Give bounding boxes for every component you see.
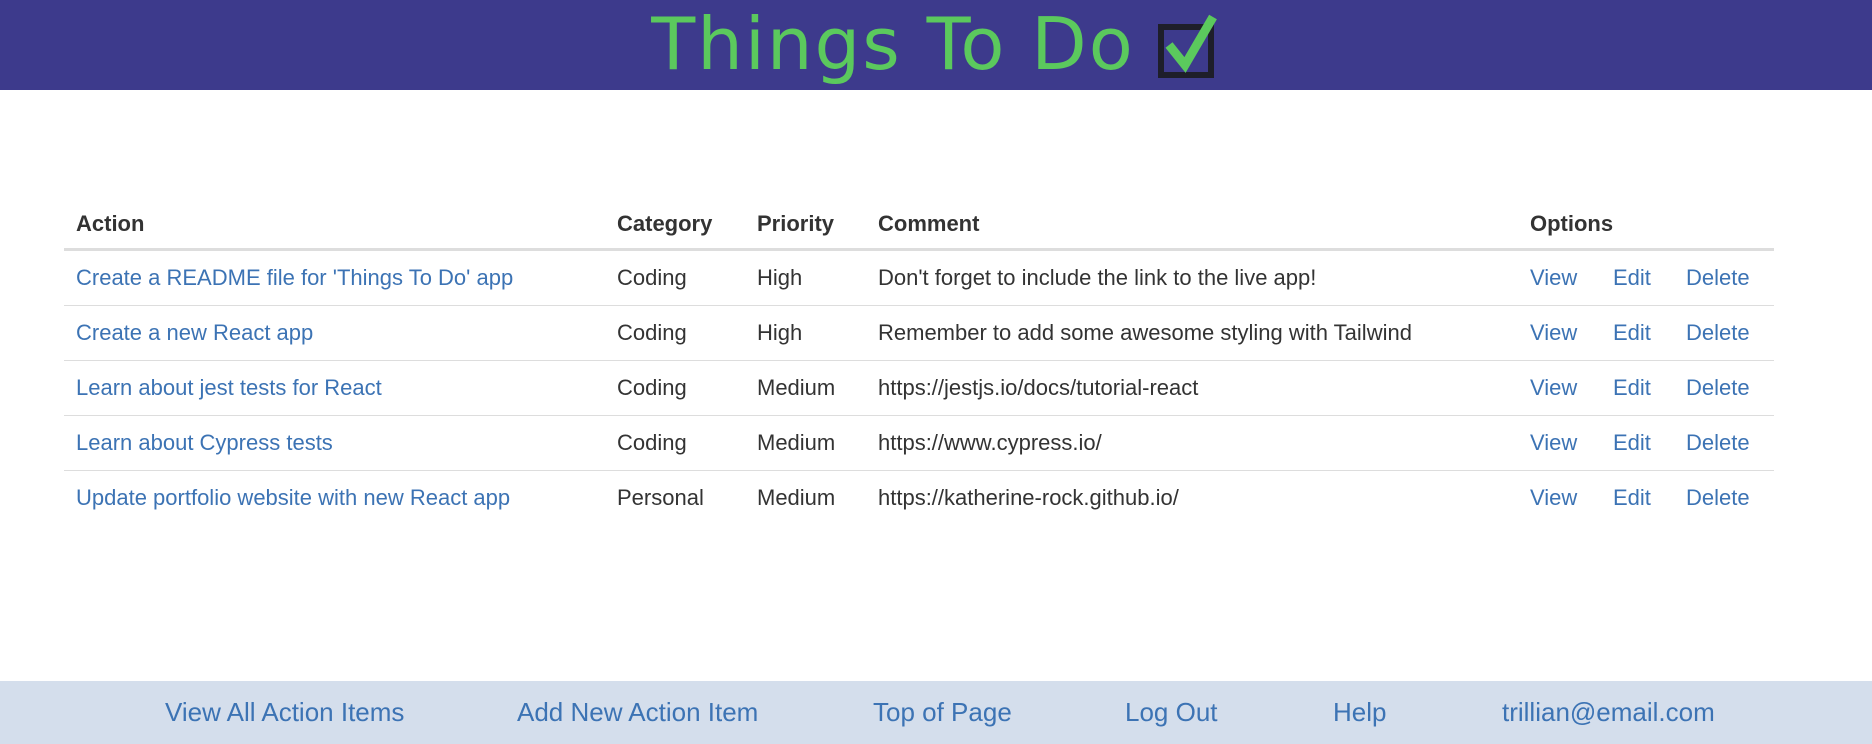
- action-link[interactable]: Learn about Cypress tests: [76, 430, 333, 455]
- table-row: Update portfolio website with new React …: [64, 471, 1774, 526]
- footer-link-view-all[interactable]: View All Action Items: [165, 681, 404, 744]
- options-cell: View Edit Delete: [1518, 415, 1774, 471]
- view-link[interactable]: View: [1530, 485, 1613, 511]
- table-row: Create a new React app Coding High Remem…: [64, 305, 1774, 361]
- edit-link[interactable]: Edit: [1613, 430, 1686, 456]
- category-cell: Coding: [605, 415, 745, 471]
- edit-link[interactable]: Edit: [1613, 375, 1686, 401]
- table-row: Learn about jest tests for React Coding …: [64, 360, 1774, 416]
- footer-link-log-out[interactable]: Log Out: [1125, 681, 1218, 744]
- view-link[interactable]: View: [1530, 320, 1613, 346]
- action-link[interactable]: Create a new React app: [76, 320, 313, 345]
- footer-link-help[interactable]: Help: [1333, 681, 1386, 744]
- table-header-row: Action Category Priority Comment Options: [64, 200, 1774, 251]
- checkbox-checked-icon: [1157, 14, 1217, 78]
- app-title: Things To Do: [651, 2, 1135, 86]
- delete-link[interactable]: Delete: [1686, 375, 1750, 401]
- table-row: Create a README file for 'Things To Do' …: [64, 249, 1774, 306]
- edit-link[interactable]: Edit: [1613, 320, 1686, 346]
- view-link[interactable]: View: [1530, 375, 1613, 401]
- footer-link-top-of-page[interactable]: Top of Page: [873, 681, 1012, 744]
- category-cell: Coding: [605, 360, 745, 416]
- action-link[interactable]: Update portfolio website with new React …: [76, 485, 510, 510]
- col-header-comment: Comment: [866, 200, 1518, 251]
- delete-link[interactable]: Delete: [1686, 320, 1750, 346]
- view-link[interactable]: View: [1530, 265, 1613, 291]
- footer-user-email[interactable]: trillian@email.com: [1502, 681, 1715, 744]
- table-row: Learn about Cypress tests Coding Medium …: [64, 415, 1774, 471]
- comment-cell: https://jestjs.io/docs/tutorial-react: [866, 360, 1518, 416]
- delete-link[interactable]: Delete: [1686, 430, 1750, 456]
- edit-link[interactable]: Edit: [1613, 485, 1686, 511]
- category-cell: Coding: [605, 249, 745, 306]
- options-cell: View Edit Delete: [1518, 471, 1774, 526]
- footer-nav: View All Action Items Add New Action Ite…: [0, 681, 1872, 744]
- comment-cell: Don't forget to include the link to the …: [866, 249, 1518, 306]
- comment-cell: https://www.cypress.io/: [866, 415, 1518, 471]
- app-header: Things To Do: [0, 0, 1872, 90]
- action-items-table: Action Category Priority Comment Options…: [64, 200, 1774, 525]
- edit-link[interactable]: Edit: [1613, 265, 1686, 291]
- header-inner: Things To Do: [651, 8, 1221, 80]
- delete-link[interactable]: Delete: [1686, 265, 1750, 291]
- action-link[interactable]: Create a README file for 'Things To Do' …: [76, 265, 513, 290]
- options-cell: View Edit Delete: [1518, 305, 1774, 361]
- footer-link-add-new[interactable]: Add New Action Item: [517, 681, 758, 744]
- category-cell: Personal: [617, 485, 704, 510]
- col-header-category: Category: [605, 200, 745, 251]
- col-header-priority: Priority: [745, 200, 866, 251]
- comment-cell: https://katherine-rock.github.io/: [878, 485, 1179, 510]
- options-cell: View Edit Delete: [1518, 360, 1774, 416]
- category-cell: Coding: [605, 305, 745, 361]
- priority-cell: High: [745, 305, 866, 361]
- view-link[interactable]: View: [1530, 430, 1613, 456]
- comment-cell: Remember to add some awesome styling wit…: [866, 305, 1518, 361]
- col-header-options: Options: [1518, 200, 1774, 251]
- priority-cell: High: [745, 249, 866, 306]
- delete-link[interactable]: Delete: [1686, 485, 1750, 511]
- priority-cell: Medium: [757, 485, 836, 510]
- action-link[interactable]: Learn about jest tests for React: [76, 375, 382, 400]
- options-cell: View Edit Delete: [1518, 249, 1774, 306]
- priority-cell: Medium: [745, 415, 866, 471]
- priority-cell: Medium: [745, 360, 866, 416]
- col-header-action: Action: [64, 200, 605, 251]
